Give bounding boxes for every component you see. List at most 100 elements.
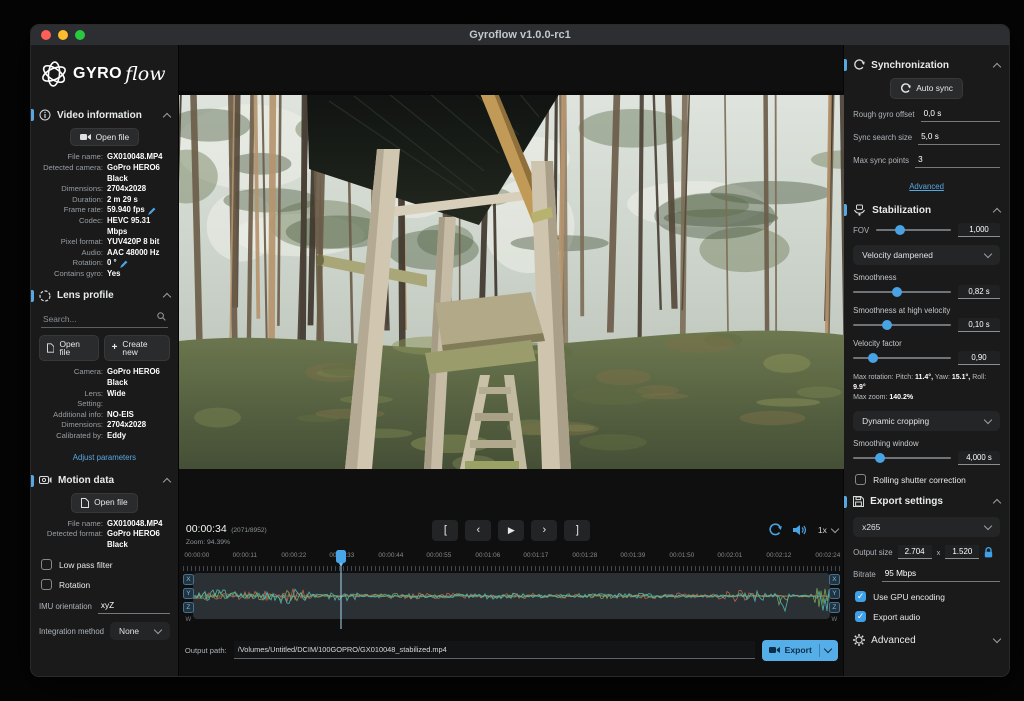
cropping-mode-select[interactable]: Dynamic cropping: [853, 411, 1000, 431]
player-controls: 00:00:34 (2071/8952) Zoom: 94.39% [ ‹ ▶ …: [179, 517, 844, 549]
adjust-parameters-link[interactable]: Adjust parameters: [73, 453, 136, 462]
section-lens-profile[interactable]: Lens profile: [31, 288, 178, 304]
play-button[interactable]: ▶: [498, 520, 525, 541]
smoothing-window-slider[interactable]: [853, 452, 951, 464]
info-row: Detected format: GoPro HERO6 Black: [46, 529, 160, 549]
section-synchronization[interactable]: Synchronization: [844, 57, 1009, 73]
export-advanced-row[interactable]: Advanced: [844, 632, 1009, 648]
edit-pencil-icon[interactable]: [119, 260, 128, 268]
smoothing-window-value[interactable]: 4,000 s: [958, 451, 1000, 465]
axis-x-button-left[interactable]: X: [182, 574, 194, 585]
smoothness-value[interactable]: 0,82 s: [958, 285, 1000, 299]
timeline-ruler[interactable]: 00:00:00 00:00:11 00:00:22 00:00:33 00:0…: [179, 549, 844, 629]
prev-frame-button[interactable]: ‹: [465, 520, 492, 541]
minimize-button[interactable]: [58, 30, 68, 40]
stabilization-toggle-icon[interactable]: [768, 523, 782, 536]
info-icon: [39, 109, 51, 121]
max-sync-points-input[interactable]: 3: [915, 153, 1000, 168]
smoothing-window-label: Smoothing window: [853, 439, 919, 448]
playback-rate-select[interactable]: 1x: [818, 524, 840, 535]
lens-create-new-button[interactable]: + Create new: [103, 334, 170, 362]
tick-label: 00:01:50: [669, 552, 695, 559]
playhead-marker[interactable]: [335, 550, 346, 567]
fov-value[interactable]: 1,000: [958, 223, 1000, 237]
collapse-chevron-icon: [162, 112, 172, 121]
video-open-file-button[interactable]: Open file: [69, 128, 140, 147]
tick-label: 00:02:01: [717, 552, 743, 559]
auto-sync-button[interactable]: Auto sync: [890, 78, 963, 99]
imu-orientation-input[interactable]: xyZ: [97, 599, 170, 615]
output-height-input[interactable]: 1.520: [945, 545, 980, 559]
fov-slider[interactable]: [876, 224, 951, 236]
rough-gyro-offset-input[interactable]: 0,0 s: [920, 107, 1000, 122]
axis-z-button-right[interactable]: Z: [828, 602, 840, 613]
checkbox-checked[interactable]: ✓: [855, 611, 867, 622]
rolling-shutter-checkbox-row[interactable]: Rolling shutter correction: [855, 474, 998, 485]
volume-icon[interactable]: [792, 524, 807, 536]
axis-z-button-left[interactable]: Z: [182, 602, 194, 613]
checkbox-checked[interactable]: ✓: [855, 591, 867, 602]
gpu-encoding-checkbox-row[interactable]: ✓ Use GPU encoding: [855, 591, 998, 602]
output-path-input[interactable]: [233, 641, 755, 659]
checkbox-unchecked[interactable]: [41, 579, 52, 591]
maximize-button[interactable]: [75, 30, 85, 40]
smoothness-high-velocity-value[interactable]: 0,10 s: [958, 318, 1000, 332]
lens-open-file-button[interactable]: Open file: [39, 334, 99, 362]
close-button[interactable]: [41, 30, 51, 40]
checkbox-unchecked[interactable]: [41, 559, 52, 571]
gyro-waveform-box[interactable]: [192, 573, 830, 619]
section-title: Synchronization: [871, 59, 949, 71]
video-info-list: File name: GX010048.MP4 Detected camera: G…: [39, 152, 170, 279]
smoothness-high-velocity-slider[interactable]: [853, 319, 951, 331]
output-width-input[interactable]: 2.704: [897, 545, 932, 559]
trim-start-button[interactable]: [: [432, 520, 459, 541]
lock-icon[interactable]: [984, 546, 993, 558]
edit-pencil-icon[interactable]: [147, 207, 156, 215]
sync-advanced-link[interactable]: Advanced: [909, 182, 944, 191]
info-row: Calibrated by: Eddy: [56, 430, 127, 440]
gyro-timeline[interactable]: X Y Z W X Y Z W: [182, 573, 840, 627]
low-pass-filter-checkbox-row[interactable]: Low pass filter: [41, 559, 168, 571]
collapse-chevron-icon: [992, 207, 1002, 216]
section-stabilization[interactable]: Stabilization: [844, 202, 1009, 218]
next-frame-button[interactable]: ›: [531, 520, 558, 541]
output-bar: Output path: Export: [179, 637, 844, 663]
codec-select[interactable]: x265: [853, 517, 1000, 537]
checkbox-unchecked[interactable]: [855, 474, 867, 485]
tick-label: 00:00:11: [232, 552, 258, 559]
velocity-factor-value[interactable]: 0,90: [958, 351, 1000, 365]
section-motion-data[interactable]: Motion data: [31, 473, 178, 488]
export-options-chevron-icon[interactable]: [823, 644, 833, 654]
sync-search-size-input[interactable]: 5,0 s: [918, 130, 1000, 145]
trim-end-button[interactable]: ]: [564, 520, 591, 541]
axis-x-button-right[interactable]: X: [828, 574, 840, 585]
tick-label: 00:01:39: [620, 552, 646, 559]
info-row: Rotation: 0 °: [39, 258, 170, 269]
chevron-down-icon: [153, 626, 163, 635]
velocity-factor-slider[interactable]: [853, 352, 951, 364]
video-viewport[interactable]: [178, 91, 844, 469]
bitrate-input[interactable]: 95 Mbps: [881, 567, 1000, 582]
section-accent: [844, 496, 848, 508]
integration-method-select[interactable]: None: [110, 622, 170, 641]
axis-y-button-left[interactable]: Y: [182, 588, 194, 599]
smoothing-method-select[interactable]: Velocity dampened: [853, 245, 1000, 265]
export-button[interactable]: Export: [761, 639, 838, 661]
atom-logo-icon: [42, 61, 66, 87]
axis-y-button-right[interactable]: Y: [828, 588, 840, 599]
video-camera-icon: [768, 647, 780, 653]
app-window: Gyroflow v1.0.0-rc1 GYRO flow Video infor…: [30, 24, 1010, 677]
section-video-information[interactable]: Video information: [31, 107, 178, 123]
max-rotation-readout: Max rotation: Pitch: 11.4°, Yaw: 15.1°, …: [853, 374, 987, 401]
lens-search-input[interactable]: [41, 310, 168, 328]
rotation-checkbox-row[interactable]: Rotation: [41, 579, 168, 591]
output-path-label: Output path:: [184, 645, 227, 655]
smoothness-slider[interactable]: [853, 286, 951, 298]
section-title: Video information: [57, 109, 142, 121]
section-export-settings[interactable]: Export settings: [844, 494, 1009, 509]
motion-open-file-button[interactable]: Open file: [71, 492, 138, 513]
export-audio-checkbox-row[interactable]: ✓ Export audio: [855, 611, 998, 622]
logo-text-flow: flow: [125, 63, 166, 85]
info-row: Camera: GoPro HERO6 Black: [73, 367, 160, 387]
velocity-factor-label: Velocity factor: [853, 339, 902, 348]
